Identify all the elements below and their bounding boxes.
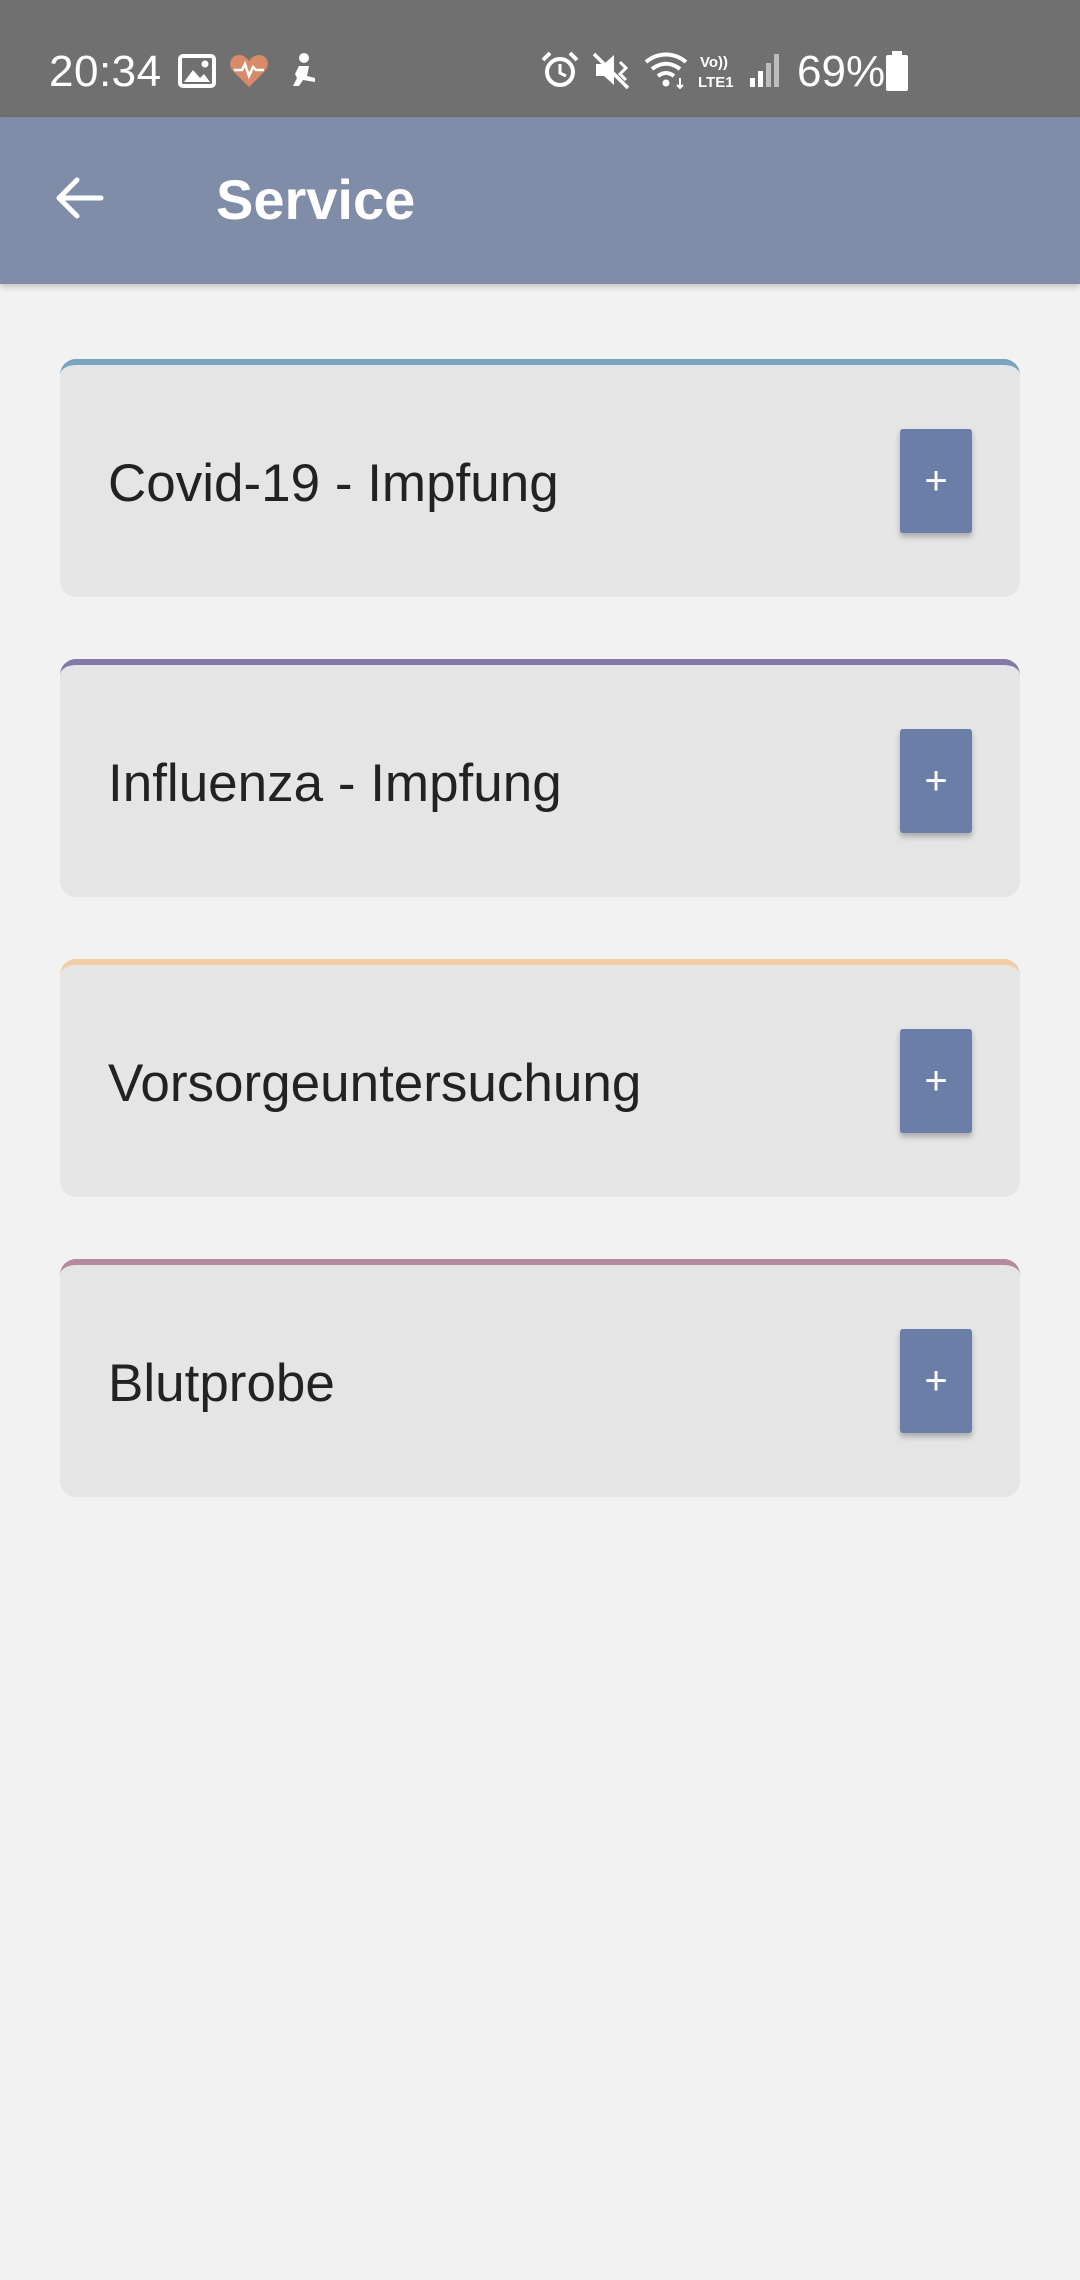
signal-icon [750, 54, 779, 87]
arrow-left-icon [56, 177, 104, 219]
svg-text:Vo)): Vo)) [700, 54, 728, 71]
add-service-button[interactable]: + [900, 1329, 972, 1433]
volte-lte-icon: Vo)) LTE1 [698, 54, 734, 90]
add-service-button[interactable]: + [900, 429, 972, 533]
back-button[interactable] [38, 157, 120, 239]
service-card-covid-19[interactable]: Covid-19 - Impfung + [60, 359, 1020, 597]
image-icon [178, 54, 216, 88]
page-title: Service [216, 168, 416, 231]
wifi-icon [644, 52, 688, 90]
add-service-button[interactable]: + [900, 1029, 972, 1133]
service-card-blutprobe[interactable]: Blutprobe + [60, 1259, 1020, 1497]
svg-text:LTE1: LTE1 [698, 74, 734, 90]
service-card-label: Influenza - Impfung [108, 754, 562, 813]
battery-icon [886, 51, 908, 91]
health-heart-icon [230, 55, 268, 87]
service-card-vorsorgeuntersuchung[interactable]: Vorsorgeuntersuchung + [60, 959, 1020, 1197]
vibrate-mute-icon [592, 52, 630, 90]
add-service-button[interactable]: + [900, 729, 972, 833]
status-bar: 20:34 Vo)) LTE1 69% [0, 0, 1080, 117]
service-card-label: Covid-19 - Impfung [108, 454, 559, 513]
alarm-icon [541, 51, 579, 87]
service-card-label: Blutprobe [108, 1354, 335, 1413]
status-time: 20:34 [49, 47, 162, 96]
accessibility-person-icon [293, 53, 315, 86]
service-card-influenza[interactable]: Influenza - Impfung + [60, 659, 1020, 897]
service-card-label: Vorsorgeuntersuchung [108, 1054, 642, 1113]
battery-percent: 69% [797, 47, 886, 96]
app-bar: Service [0, 117, 1080, 284]
